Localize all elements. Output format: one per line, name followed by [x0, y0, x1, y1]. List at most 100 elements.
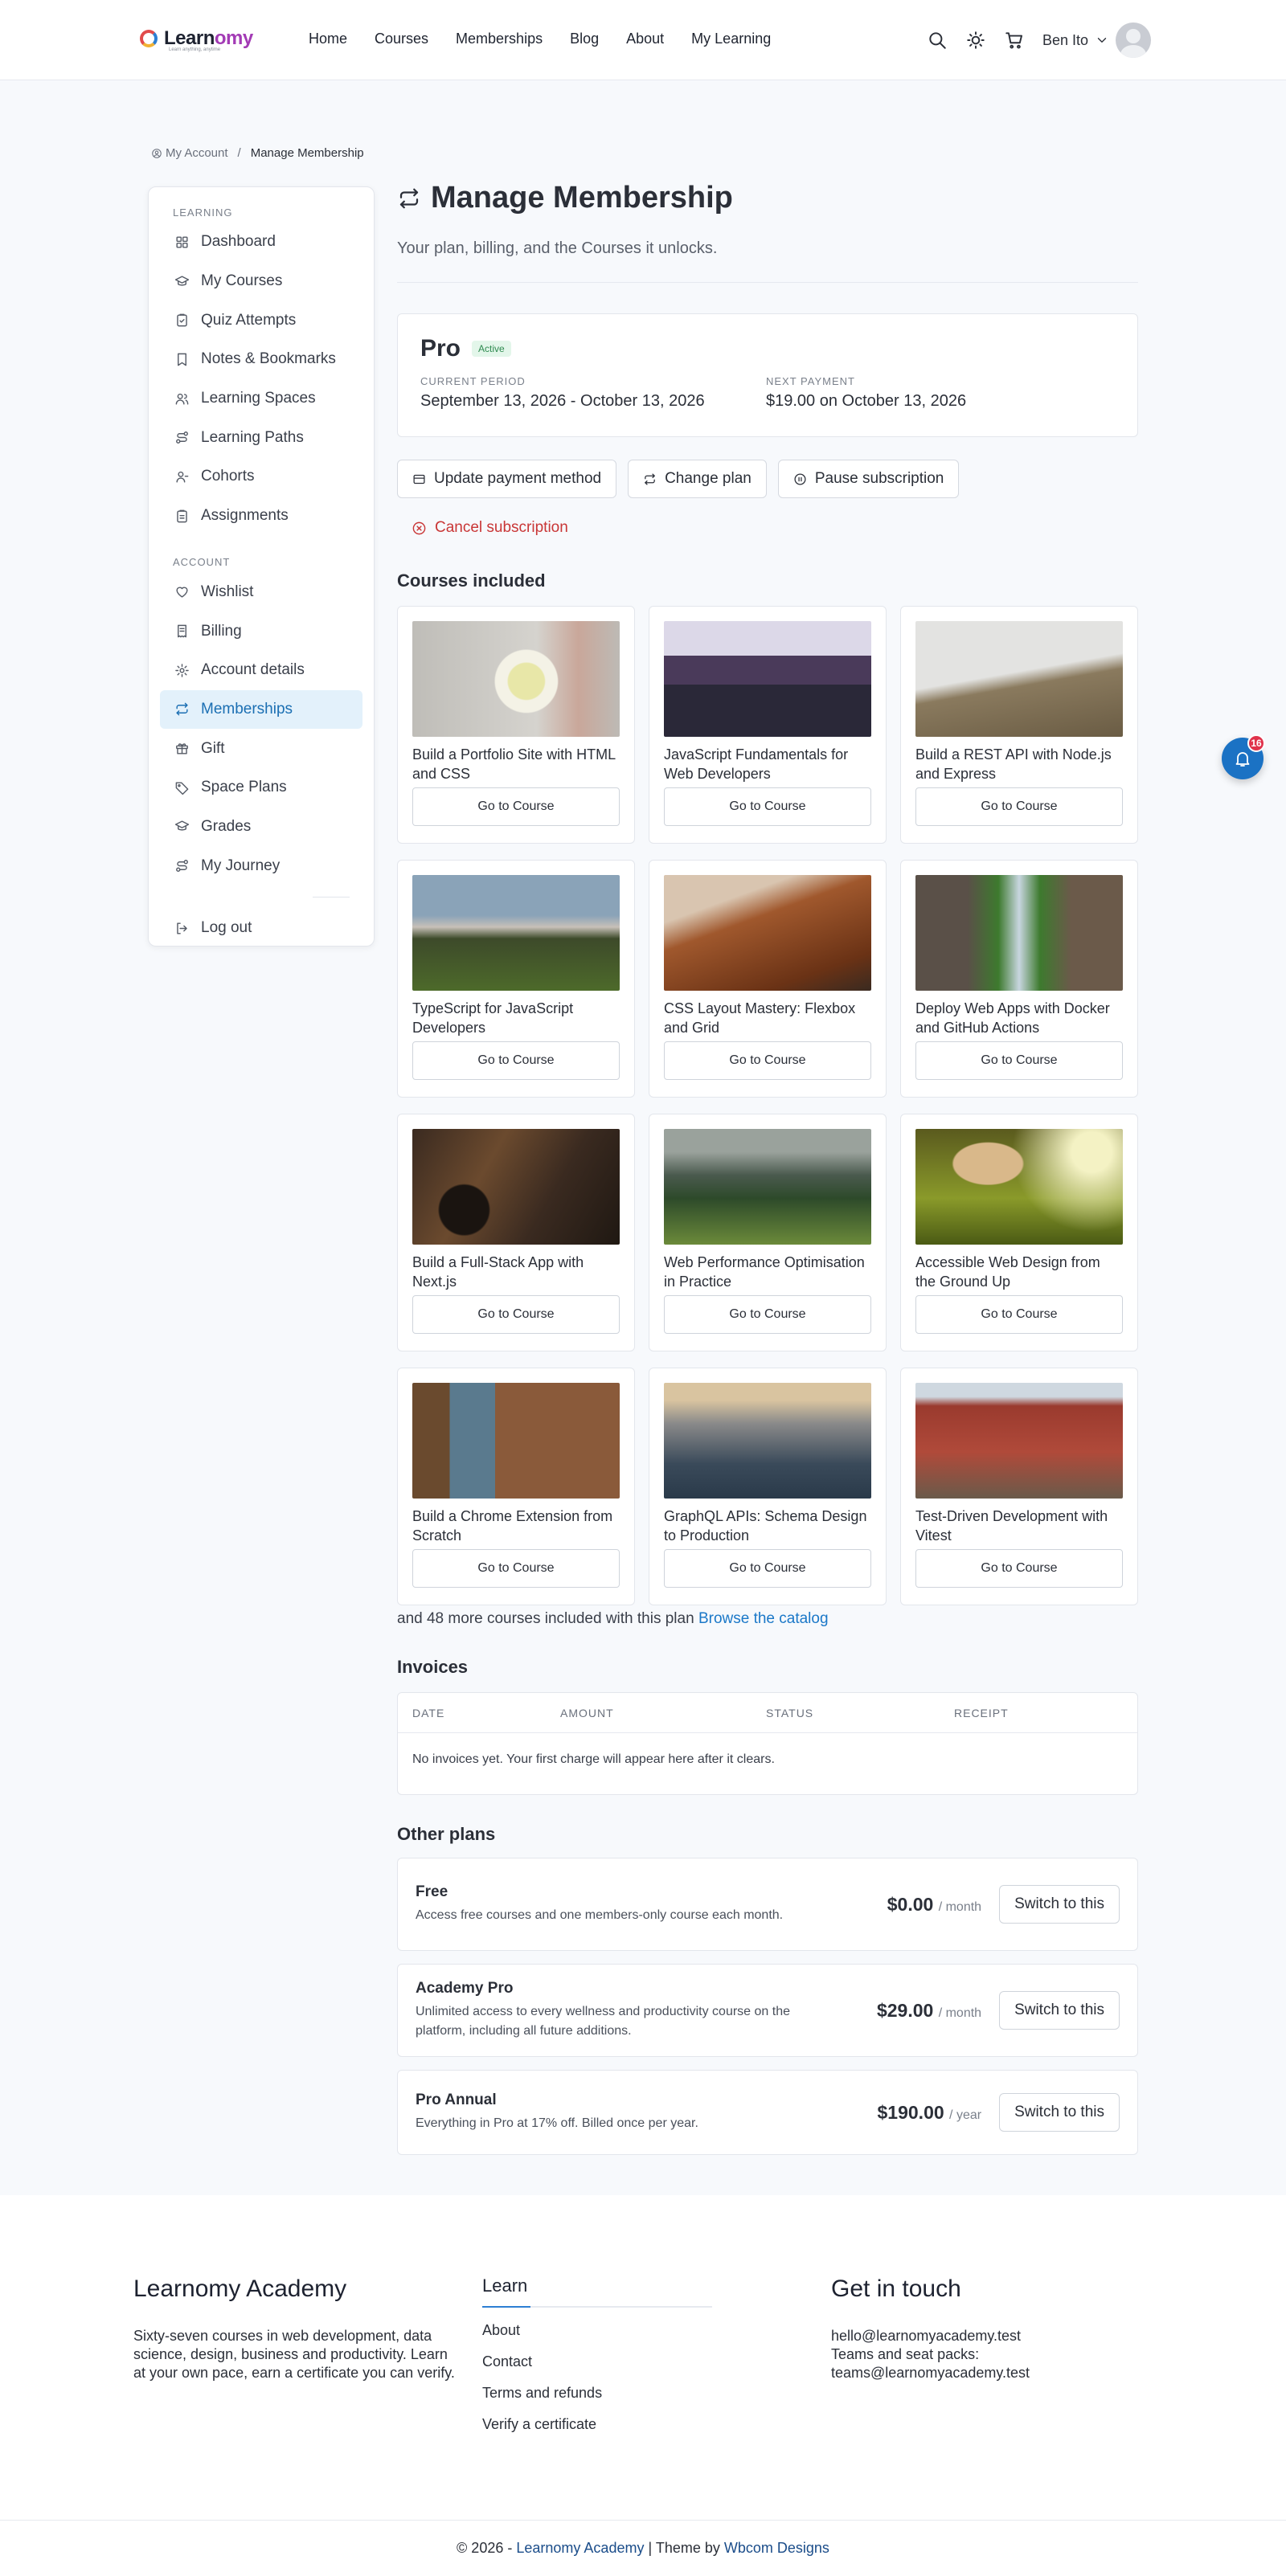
search-icon[interactable]	[927, 30, 948, 51]
course-card: Build a Portfolio Site with HTML and CSS…	[397, 606, 635, 844]
plan-name: Pro Active	[420, 335, 1115, 362]
go-to-course-button[interactable]: Go to Course	[664, 1549, 871, 1588]
sidebar-item-label: Wishlist	[201, 583, 254, 600]
course-thumbnail[interactable]	[915, 1383, 1123, 1499]
course-title[interactable]: Deploy Web Apps with Docker and GitHub A…	[915, 999, 1123, 1037]
theme-author-link[interactable]: Wbcom Designs	[724, 2540, 829, 2556]
sidebar-item-learning-paths[interactable]: Learning Paths	[160, 418, 362, 457]
switch-plan-button[interactable]: Switch to this	[999, 1991, 1120, 2030]
go-to-course-button[interactable]: Go to Course	[664, 1295, 871, 1334]
course-title[interactable]: Build a Chrome Extension from Scratch	[412, 1507, 620, 1545]
sidebar-item-wishlist[interactable]: Wishlist	[160, 573, 362, 612]
course-thumbnail[interactable]	[915, 1129, 1123, 1245]
logo-tagline: Learn anything, anytime	[169, 47, 221, 52]
footer-teams-email[interactable]: teams@learnomyacademy.test	[831, 2364, 1153, 2382]
footer-link-terms[interactable]: Terms and refunds	[482, 2385, 723, 2402]
sidebar-item-grades[interactable]: Grades	[160, 808, 362, 847]
sidebar-item-billing[interactable]: Billing	[160, 611, 362, 651]
footer-link-verify-certificate[interactable]: Verify a certificate	[482, 2416, 723, 2433]
sidebar-item-space-plans[interactable]: Space Plans	[160, 768, 362, 808]
browse-catalog-link[interactable]: Browse the catalog	[698, 1610, 829, 1627]
course-thumbnail[interactable]	[664, 621, 871, 737]
footer-brand-link[interactable]: Learnomy Academy	[516, 2540, 644, 2556]
course-thumbnail[interactable]	[412, 1383, 620, 1499]
sidebar-item-learning-spaces[interactable]: Learning Spaces	[160, 379, 362, 419]
footer-link-about[interactable]: About	[482, 2322, 723, 2339]
course-title[interactable]: JavaScript Fundamentals for Web Develope…	[664, 745, 871, 783]
avatar	[1116, 22, 1151, 58]
dashboard-icon	[174, 235, 190, 250]
sidebar-item-memberships[interactable]: Memberships	[160, 689, 362, 730]
switch-plan-button[interactable]: Switch to this	[999, 1885, 1120, 1924]
footer-contact-email[interactable]: hello@learnomyacademy.test	[831, 2327, 1153, 2345]
sidebar-item-account-details[interactable]: Account details	[160, 651, 362, 690]
sidebar-item-dashboard[interactable]: Dashboard	[160, 223, 362, 262]
go-to-course-button[interactable]: Go to Course	[412, 787, 620, 826]
switch-plan-button[interactable]: Switch to this	[999, 2093, 1120, 2132]
course-title[interactable]: CSS Layout Mastery: Flexbox and Grid	[664, 999, 871, 1037]
sidebar-item-my-journey[interactable]: My Journey	[160, 846, 362, 885]
go-to-course-button[interactable]: Go to Course	[664, 787, 871, 826]
nav-about[interactable]: About	[626, 31, 664, 47]
footer-link-contact[interactable]: Contact	[482, 2353, 723, 2370]
sidebar-item-quiz-attempts[interactable]: Quiz Attempts	[160, 301, 362, 340]
course-thumbnail[interactable]	[664, 1129, 871, 1245]
nav-my-learning[interactable]: My Learning	[691, 31, 771, 47]
course-title[interactable]: GraphQL APIs: Schema Design to Productio…	[664, 1507, 871, 1545]
column-status: STATUS	[766, 1706, 814, 1719]
user-menu[interactable]: Ben Ito	[1042, 22, 1151, 58]
go-to-course-button[interactable]: Go to Course	[915, 1549, 1123, 1588]
plan-option-description: Access free courses and one members-only…	[416, 1908, 784, 1922]
course-title[interactable]: Accessible Web Design from the Ground Up	[915, 1253, 1123, 1291]
course-thumbnail[interactable]	[664, 875, 871, 991]
course-title[interactable]: Build a REST API with Node.js and Expres…	[915, 745, 1123, 783]
sidebar-item-my-courses[interactable]: My Courses	[160, 262, 362, 301]
go-to-course-button[interactable]: Go to Course	[412, 1041, 620, 1080]
cancel-subscription-link[interactable]: Cancel subscription	[412, 519, 1138, 537]
sidebar-item-cohorts[interactable]: Cohorts	[160, 457, 362, 497]
course-title[interactable]: TypeScript for JavaScript Developers	[412, 999, 620, 1037]
go-to-course-button[interactable]: Go to Course	[915, 787, 1123, 826]
go-to-course-button[interactable]: Go to Course	[412, 1549, 620, 1588]
nav-home[interactable]: Home	[309, 31, 347, 47]
sidebar-item-notes-bookmarks[interactable]: Notes & Bookmarks	[160, 340, 362, 379]
course-title[interactable]: Build a Full-Stack App with Next.js	[412, 1253, 620, 1291]
sidebar-item-logout[interactable]: Log out	[160, 909, 362, 948]
go-to-course-button[interactable]: Go to Course	[412, 1295, 620, 1334]
theme-toggle-icon[interactable]	[965, 30, 986, 51]
cart-icon[interactable]	[1004, 30, 1025, 51]
nav-courses[interactable]: Courses	[375, 31, 428, 47]
sidebar-item-assignments[interactable]: Assignments	[160, 497, 362, 536]
sidebar-item-label: Grades	[201, 817, 252, 835]
update-payment-button[interactable]: Update payment method	[397, 460, 617, 498]
nav-memberships[interactable]: Memberships	[456, 31, 543, 47]
repeat-icon	[643, 472, 657, 486]
notifications-button[interactable]: 16	[1222, 734, 1265, 779]
page-title-text: Manage Membership	[431, 181, 733, 215]
sidebar-item-label: My Journey	[201, 857, 281, 874]
sidebar-item-gift[interactable]: Gift	[160, 729, 362, 768]
site-logo[interactable]: Learnomy Learn anything, anytime	[140, 27, 253, 52]
go-to-course-button[interactable]: Go to Course	[664, 1041, 871, 1080]
account-sidebar: LEARNING Dashboard My Courses Quiz Attem…	[148, 186, 375, 947]
go-to-course-button[interactable]: Go to Course	[915, 1295, 1123, 1334]
breadcrumb-my-account[interactable]: My Account	[151, 146, 228, 160]
course-title[interactable]: Build a Portfolio Site with HTML and CSS	[412, 745, 620, 783]
course-card: Deploy Web Apps with Docker and GitHub A…	[900, 860, 1138, 1098]
course-title[interactable]: Web Performance Optimisation in Practice	[664, 1253, 871, 1291]
nav-blog[interactable]: Blog	[570, 31, 599, 47]
course-thumbnail[interactable]	[412, 1129, 620, 1245]
sidebar-item-label: Space Plans	[201, 779, 287, 796]
change-plan-button[interactable]: Change plan	[628, 460, 767, 498]
course-thumbnail[interactable]	[664, 1383, 871, 1499]
course-title[interactable]: Test-Driven Development with Vitest	[915, 1507, 1123, 1545]
course-thumbnail[interactable]	[412, 621, 620, 737]
graduation-cap-icon	[174, 274, 190, 289]
column-amount: AMOUNT	[560, 1706, 614, 1719]
course-thumbnail[interactable]	[412, 875, 620, 991]
pause-subscription-button[interactable]: Pause subscription	[777, 460, 960, 498]
course-thumbnail[interactable]	[915, 621, 1123, 737]
sidebar-heading-learning: LEARNING	[173, 206, 233, 219]
course-thumbnail[interactable]	[915, 875, 1123, 991]
go-to-course-button[interactable]: Go to Course	[915, 1041, 1123, 1080]
